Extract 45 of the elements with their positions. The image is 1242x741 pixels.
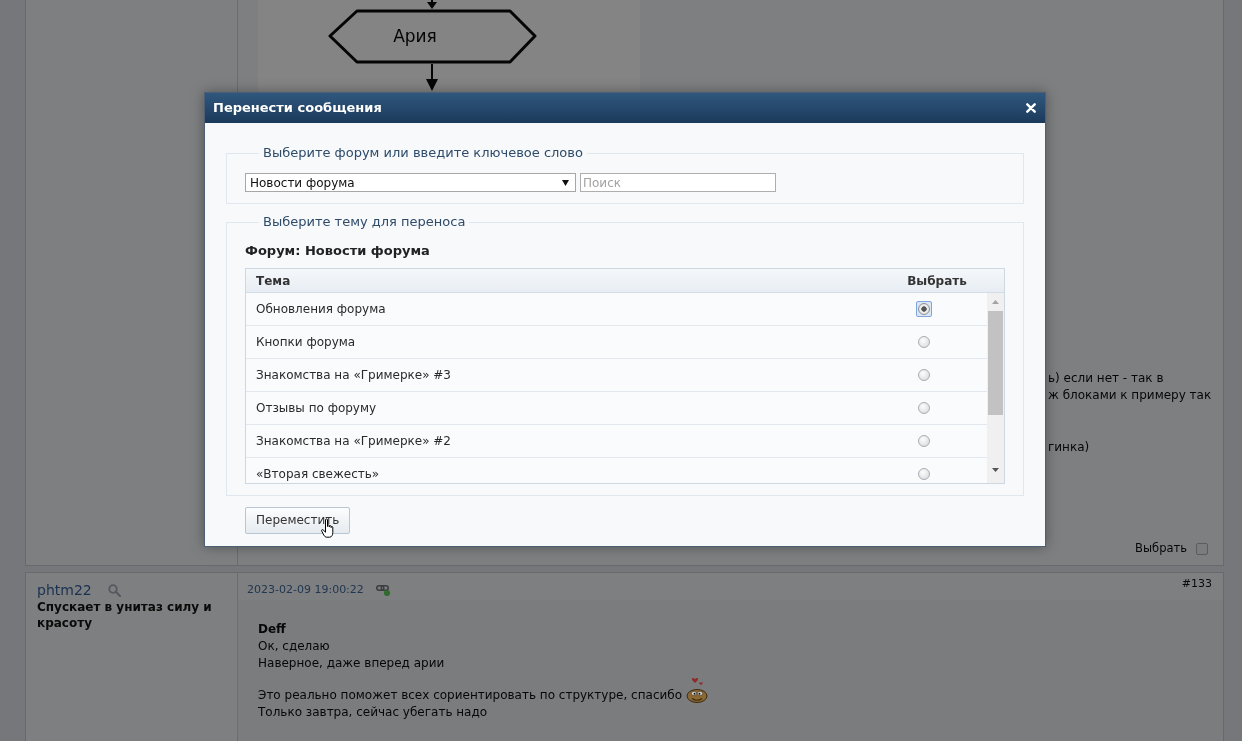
post-text: ь) если нет - так в xyxy=(1048,370,1164,387)
post-date: 2023-02-09 19:00:22 xyxy=(247,582,364,598)
select-checkbox[interactable] xyxy=(1196,542,1208,555)
post-text: Ок, сделаю xyxy=(258,639,330,653)
radio-button[interactable] xyxy=(918,369,930,381)
radio-button[interactable] xyxy=(916,301,932,317)
link-icon[interactable] xyxy=(375,584,390,596)
node-label: Ария xyxy=(393,26,437,46)
scrollbar[interactable] xyxy=(987,293,1004,483)
section-legend: Выберите тему для переноса xyxy=(259,214,470,230)
addressee-name: Deff xyxy=(258,621,286,638)
forum-heading: Форум: Новости форума xyxy=(245,243,430,259)
topic-title: Кнопки форума xyxy=(256,335,356,349)
flow-arrow xyxy=(427,0,437,9)
post-text: Это реально поможет всех сориентировать по структуре, спасибо xyxy=(258,688,683,702)
radio-button[interactable] xyxy=(918,336,930,348)
topic-title: Отзывы по форуму xyxy=(256,401,377,415)
dialog-title: Перенести сообщения xyxy=(213,100,382,116)
post-text: ж блоками к примеру так xyxy=(1048,387,1212,404)
post-number[interactable]: #133 xyxy=(1181,575,1212,592)
post-text: Наверное, даже вперед арии xyxy=(258,656,445,670)
close-icon[interactable] xyxy=(1026,103,1036,113)
column-header: Выбрать xyxy=(906,272,968,289)
user-status: Спускает в унитаз силу и красоту xyxy=(37,599,213,631)
flow-arrow xyxy=(426,63,438,91)
topic-title: Обновления форума xyxy=(256,302,386,316)
scroll-down-icon[interactable] xyxy=(992,468,999,472)
section-legend: Выберите форум или введите ключевое слово xyxy=(259,145,587,161)
caret-icon xyxy=(562,179,569,186)
search-field[interactable]: Поиск xyxy=(580,173,776,192)
topic-title: «Вторая свежесть» xyxy=(256,467,380,481)
radio-button[interactable] xyxy=(918,402,930,414)
search-icon[interactable] xyxy=(107,583,121,597)
move-button[interactable]: Переместить xyxy=(245,507,351,534)
post-text: гинка) xyxy=(1048,439,1090,456)
select-label: Выбрать xyxy=(1135,540,1187,557)
post-text: Только завтра, сейчас убегать надо xyxy=(258,705,488,719)
forum-dropdown[interactable]: Новости форума xyxy=(245,173,576,192)
topic-title: Знакомства на «Гримерке» #3 xyxy=(256,368,451,382)
radio-button[interactable] xyxy=(918,435,930,447)
scroll-up-icon[interactable] xyxy=(992,300,999,304)
radio-button[interactable] xyxy=(918,468,930,480)
topic-title: Знакомства на «Гримерке» #2 xyxy=(256,434,451,448)
scrollbar-thumb[interactable] xyxy=(988,311,1003,415)
column-header: Тема xyxy=(255,272,292,289)
